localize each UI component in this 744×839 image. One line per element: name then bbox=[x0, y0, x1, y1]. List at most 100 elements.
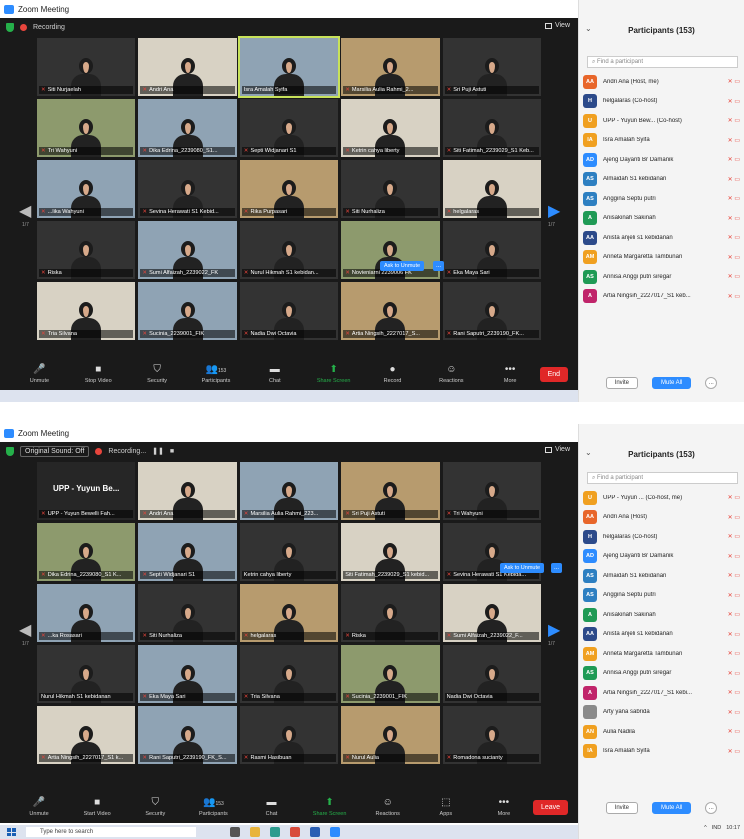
toolbar-reactions-button[interactable]: ☺ Reactions bbox=[422, 364, 481, 384]
video-tile[interactable]: Nadia Dwi Octavia bbox=[442, 645, 541, 703]
participant-row[interactable]: AS Annisa Anggi putri siregar ✕ ▭ bbox=[583, 664, 740, 684]
view-button[interactable]: View bbox=[544, 446, 570, 453]
security-shield-icon[interactable] bbox=[6, 22, 14, 32]
video-tile[interactable]: ✕ Riska bbox=[37, 221, 136, 279]
windows-start-icon[interactable] bbox=[7, 828, 16, 836]
next-page-arrow-icon[interactable]: ▶ bbox=[548, 201, 560, 221]
previous-page-arrow-icon[interactable]: ◀ bbox=[19, 201, 31, 221]
video-tile[interactable]: ✕ Rani Saputri_2239190_FK... bbox=[442, 282, 541, 340]
toolbar-share-screen-button[interactable]: ⬆ Share Screen bbox=[304, 364, 363, 384]
participant-row[interactable]: AM Anneta Margaretta Tambunan ✕ ▭ bbox=[583, 248, 740, 268]
recording-pause-icon[interactable]: ❚❚ bbox=[152, 447, 164, 455]
participant-row[interactable]: AD Ajeng Dayanti Br Damanik ✕ ▭ bbox=[583, 150, 740, 170]
panel-more-button[interactable]: ... bbox=[705, 377, 718, 389]
video-tile[interactable]: ✕ Siti Nurhaliza bbox=[341, 160, 440, 218]
next-page-arrow-icon[interactable]: ▶ bbox=[548, 620, 560, 640]
video-tile[interactable]: ✕ Andri Ana bbox=[138, 462, 237, 520]
toolbar-reactions-button[interactable]: ☺ Reactions bbox=[359, 797, 417, 817]
tray-chevron-icon[interactable]: ^ bbox=[704, 825, 707, 831]
recording-stop-icon[interactable]: ■ bbox=[170, 448, 174, 455]
security-shield-icon[interactable] bbox=[6, 446, 14, 456]
participant-row[interactable]: Arty yana sabrida ✕ ▭ bbox=[583, 703, 740, 723]
taskbar-search-input[interactable]: Type here to search bbox=[26, 827, 196, 837]
task-view-icon[interactable] bbox=[230, 827, 240, 837]
chrome-browser-icon[interactable] bbox=[290, 827, 300, 837]
edge-browser-icon[interactable] bbox=[270, 827, 280, 837]
participant-search-input[interactable]: ⌕ Find a participant bbox=[587, 56, 738, 68]
video-tile[interactable]: ✕ ...lika Wahyuni bbox=[37, 160, 136, 218]
video-tile[interactable]: ✕ Septi Widjanari S1 bbox=[138, 523, 237, 581]
video-tile[interactable]: ✕ Sevina Herawati S1 Kebid... bbox=[138, 160, 237, 218]
video-tile[interactable]: Siti Fatimah_2239029_S1 kebid... bbox=[341, 523, 440, 581]
video-tile[interactable]: ✕ Siti Nurjaelah bbox=[37, 38, 136, 96]
participant-row[interactable]: A Anisakinah Sakinah ✕ ▭ bbox=[583, 209, 740, 229]
video-tile[interactable]: ✕ Riska bbox=[341, 584, 440, 642]
video-tile[interactable]: ✕ Tria Silvana bbox=[37, 282, 136, 340]
video-tile[interactable]: ✕ Ketrin cahya liberty bbox=[341, 99, 440, 157]
word-app-icon[interactable] bbox=[310, 827, 320, 837]
participant-row[interactable]: AS Almaidah S1 kebidanan ✕ ▭ bbox=[583, 566, 740, 586]
participant-row[interactable]: AA Andri Ana (Host) ✕ ▭ bbox=[583, 508, 740, 528]
video-tile[interactable]: ✕ Sumi Alfaizah_2239022_FK bbox=[138, 221, 237, 279]
video-tile[interactable]: Ketrin cahya liberty bbox=[239, 523, 339, 581]
participant-row[interactable]: Hhelgalaras (Co-host) ✕ ▭ bbox=[583, 527, 740, 547]
participant-row[interactable]: AA Andri Ana (Host, me) ✕ ▭ bbox=[583, 72, 740, 92]
participant-row[interactable]: AS Anggina Septu putri ✕ ▭ bbox=[583, 189, 740, 209]
video-tile[interactable]: ✕ Tria Silvana bbox=[239, 645, 339, 703]
video-tile[interactable]: ✕ Marsilia Aulia Rahmi_2... bbox=[341, 38, 440, 96]
participant-row[interactable]: A Artia Ningsih_2227017_S1 kebi... ✕ ▭ bbox=[583, 683, 740, 703]
ask-to-unmute-button[interactable]: Ask to Unmute bbox=[500, 563, 545, 573]
video-tile[interactable]: ✕ Dika Edrina_2239080_S1 K... bbox=[37, 523, 136, 581]
mute-all-button[interactable]: Mute All bbox=[652, 377, 692, 389]
ask-to-unmute-more-button[interactable]: ... bbox=[551, 563, 563, 573]
video-tile[interactable]: ✕ ...ka Rosasari bbox=[37, 584, 136, 642]
clock[interactable]: 10:17 bbox=[726, 825, 740, 831]
video-tile[interactable]: ✕ helgalaras bbox=[442, 160, 541, 218]
toolbar-participants-button[interactable]: 👥153 Participants bbox=[187, 364, 246, 384]
invite-button[interactable]: Invite bbox=[605, 802, 638, 814]
toolbar-microphone-button[interactable]: 🎤 Unmute bbox=[10, 797, 68, 817]
video-tile[interactable]: Isra Amalah Syifa bbox=[237, 36, 341, 98]
video-tile[interactable]: ✕ Andri Ana bbox=[138, 38, 237, 96]
participant-row[interactable]: AA Anista anjeli s1 kebidanan ✕ ▭ bbox=[583, 228, 740, 248]
toolbar-apps-button[interactable]: ⬚ Apps bbox=[417, 797, 475, 817]
video-tile[interactable]: ✕ Tri Wahyuni bbox=[37, 99, 136, 157]
participant-row[interactable]: AM Anneta Margaretta Tambunan ✕ ▭ bbox=[583, 644, 740, 664]
toolbar-record-button[interactable]: ● Record bbox=[363, 364, 422, 384]
video-tile[interactable]: ✕ Sucinia_2239001_FIK bbox=[138, 282, 237, 340]
video-tile[interactable]: ✕ Sumi Alfaizah_2239022_F... bbox=[442, 584, 541, 642]
panel-more-button[interactable]: ... bbox=[705, 802, 718, 814]
participant-row[interactable]: U UPP - Yuyun Bew... (Co-host) ✕ ▭ bbox=[583, 111, 740, 131]
toolbar-chat-button[interactable]: ▬ Chat bbox=[245, 364, 304, 384]
video-tile[interactable]: ✕ Rika Purpasari bbox=[239, 160, 339, 218]
participant-row[interactable]: Hhelgalaras (Co-host) ✕ ▭ bbox=[583, 92, 740, 112]
toolbar-participants-button[interactable]: 👥153 Participants bbox=[184, 797, 242, 817]
video-tile[interactable]: ✕ Rani Saputri_2239190_FK_S... bbox=[138, 706, 237, 764]
participant-row[interactable]: AS Annisa Anggi putri siregar ✕ ▭ bbox=[583, 267, 740, 287]
video-tile[interactable]: ✕ Nadia Dwi Octavia bbox=[239, 282, 339, 340]
end-meeting-button[interactable]: Leave bbox=[532, 799, 569, 815]
participant-row[interactable]: AD Ajeng Dayanti Br Damanik ✕ ▭ bbox=[583, 547, 740, 567]
video-tile[interactable]: ✕ Artia Ningsih_2227017_S1 k... bbox=[37, 706, 136, 764]
video-tile[interactable]: ✕ Dika Edrina_2239080_S1... bbox=[138, 99, 237, 157]
video-tile[interactable]: ✕ Siti Nurhaliza bbox=[138, 584, 237, 642]
invite-button[interactable]: Invite bbox=[605, 377, 638, 389]
video-tile[interactable]: ✕ Sucinia_2239001_FIK bbox=[341, 645, 440, 703]
toolbar-chat-button[interactable]: ▬ Chat bbox=[242, 797, 300, 817]
zoom-taskbar-icon[interactable] bbox=[330, 827, 340, 837]
video-tile[interactable]: ✕ helgalaras bbox=[239, 584, 339, 642]
video-tile[interactable]: ✕ Marsilia Aulia Rahmi_223... bbox=[239, 462, 339, 520]
participant-row[interactable]: IA Isra Amalah Syifa ✕ ▭ bbox=[583, 131, 740, 151]
file-explorer-icon[interactable] bbox=[250, 827, 260, 837]
end-meeting-button[interactable]: End bbox=[539, 366, 569, 382]
original-sound-toggle[interactable]: Original Sound: Off bbox=[20, 445, 90, 457]
video-tile[interactable]: ✕ Nurul Aulia bbox=[341, 706, 440, 764]
video-tile[interactable]: ✕ Romadona sucianty bbox=[442, 706, 541, 764]
toolbar-shield-button[interactable]: ⛉ Security bbox=[128, 364, 187, 384]
video-tile[interactable]: ✕ Septi Widjanari S1 bbox=[239, 99, 339, 157]
toolbar-video-button[interactable]: ■ Stop Video bbox=[69, 364, 128, 384]
language-indicator[interactable]: IND bbox=[712, 825, 721, 831]
video-tile[interactable]: Nurul Hikmah S1 kebidanan bbox=[37, 645, 136, 703]
video-tile[interactable]: ✕ Nurul Hikmah S1 kebidan... bbox=[239, 221, 339, 279]
ask-to-unmute-button[interactable]: Ask to Unmute bbox=[380, 261, 425, 271]
